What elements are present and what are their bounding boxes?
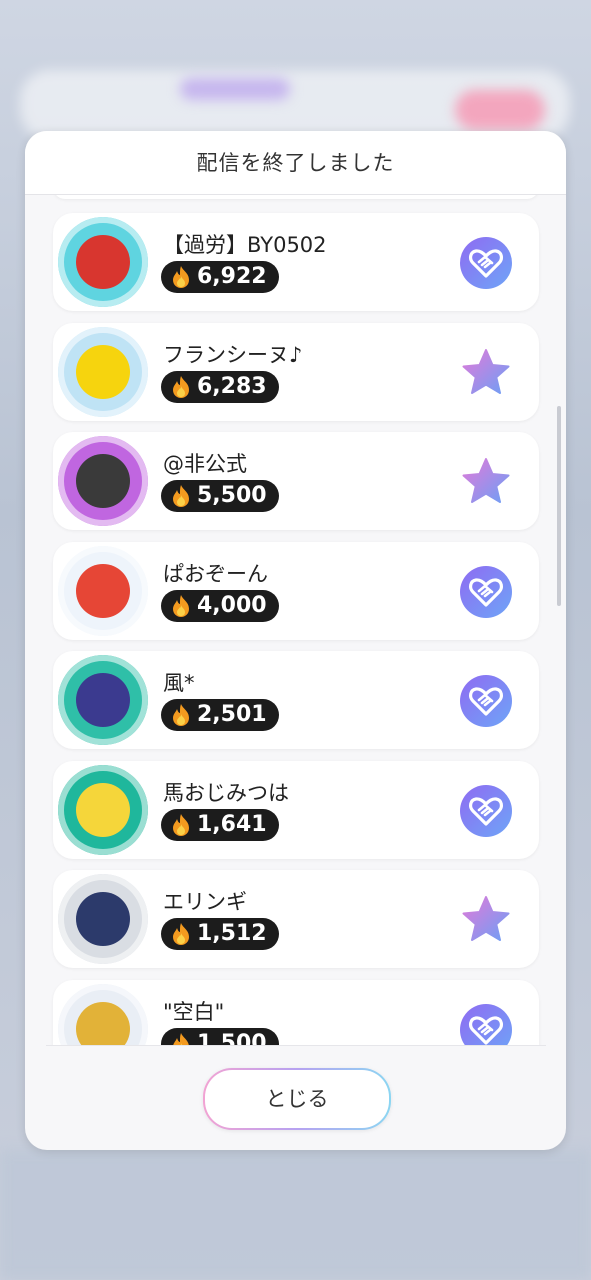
score-value: 1,500 [197,1030,267,1046]
listener-score-badge: 6,283 [161,370,279,403]
flame-icon [170,484,192,508]
listener-name: 馬おじみつは [163,780,289,805]
listener-avatar[interactable] [58,436,148,526]
score-value: 5,500 [197,483,267,508]
listener-row[interactable]: 馬おじみつは 1,641 [53,760,539,859]
previous-row-edge [53,195,539,199]
listener-avatar[interactable] [58,545,148,636]
listener-avatar[interactable] [58,217,148,307]
flame-icon [170,594,192,618]
avatar-image [76,782,130,837]
flame-icon [170,375,192,399]
listener-avatar[interactable] [58,983,148,1045]
score-value: 6,922 [197,264,267,289]
listener-score-badge: 5,500 [161,480,279,512]
flame-icon [170,1032,192,1045]
background-button [455,90,545,130]
score-value: 4,000 [197,592,267,618]
background-tabbar [0,1150,591,1280]
listener-ranking-list[interactable]: 【過労】BY0502 6,922 フランシーヌ♪ 6,283 @非公式 5,50… [46,195,546,1045]
listener-name: エリンギ [163,890,247,914]
listener-row[interactable]: エリンギ 1,512 [53,870,539,968]
scrollbar[interactable] [557,406,561,606]
listener-name: ぱおぞーん [163,561,268,586]
listener-name: フランシーヌ♪ [163,342,303,367]
listener-row[interactable]: @非公式 5,500 [53,432,539,530]
dialog-title: 配信を終了しました [25,131,566,195]
listener-avatar[interactable] [58,655,148,745]
score-value: 1,512 [197,921,267,946]
listener-avatar[interactable] [58,874,148,964]
listener-name: "空白" [163,999,225,1024]
listener-avatar[interactable] [58,764,148,855]
flame-icon [170,813,192,837]
broadcast-ended-dialog: 配信を終了しました 【過労】BY0502 6,922 フランシーヌ♪ 6,283… [25,131,566,1150]
star-icon[interactable] [459,455,513,509]
listener-row[interactable]: 風* 2,501 [53,651,539,749]
listener-score-badge: 1,500 [161,1027,279,1046]
background-tag [180,78,290,100]
avatar-image [76,454,130,508]
avatar-image [76,673,130,727]
score-value: 2,501 [197,702,267,727]
listener-row[interactable]: ぱおぞーん 4,000 [53,541,539,640]
close-button[interactable]: とじる [203,1068,391,1130]
avatar-image [76,892,130,946]
avatar-image [76,563,130,618]
listener-score-badge: 1,641 [161,808,279,841]
listener-name: 【過労】BY0502 [163,233,327,257]
listener-score-badge: 6,922 [161,261,279,293]
listener-name: @非公式 [163,452,247,476]
listener-score-badge: 1,512 [161,918,279,950]
handshake-heart-icon[interactable] [459,674,513,728]
list-bottom-divider [46,1045,546,1046]
listener-avatar[interactable] [58,326,148,417]
score-value: 6,283 [197,373,267,399]
handshake-heart-icon[interactable] [459,784,513,838]
flame-icon [170,922,192,946]
listener-name: 風* [163,671,195,695]
listener-score-badge: 2,501 [161,699,279,731]
star-icon[interactable] [459,893,513,947]
listener-score-badge: 4,000 [161,589,279,622]
listener-row[interactable]: 【過労】BY0502 6,922 [53,213,539,311]
score-value: 1,641 [197,811,267,837]
listener-row[interactable]: "空白" 1,500 [53,979,539,1046]
avatar-image [76,344,130,399]
avatar-image [76,235,130,289]
handshake-heart-icon[interactable] [459,1003,513,1045]
handshake-heart-icon[interactable] [459,565,513,619]
flame-icon [170,265,192,289]
handshake-heart-icon[interactable] [459,236,513,290]
flame-icon [170,703,192,727]
star-icon[interactable] [459,346,513,400]
listener-row[interactable]: フランシーヌ♪ 6,283 [53,322,539,421]
